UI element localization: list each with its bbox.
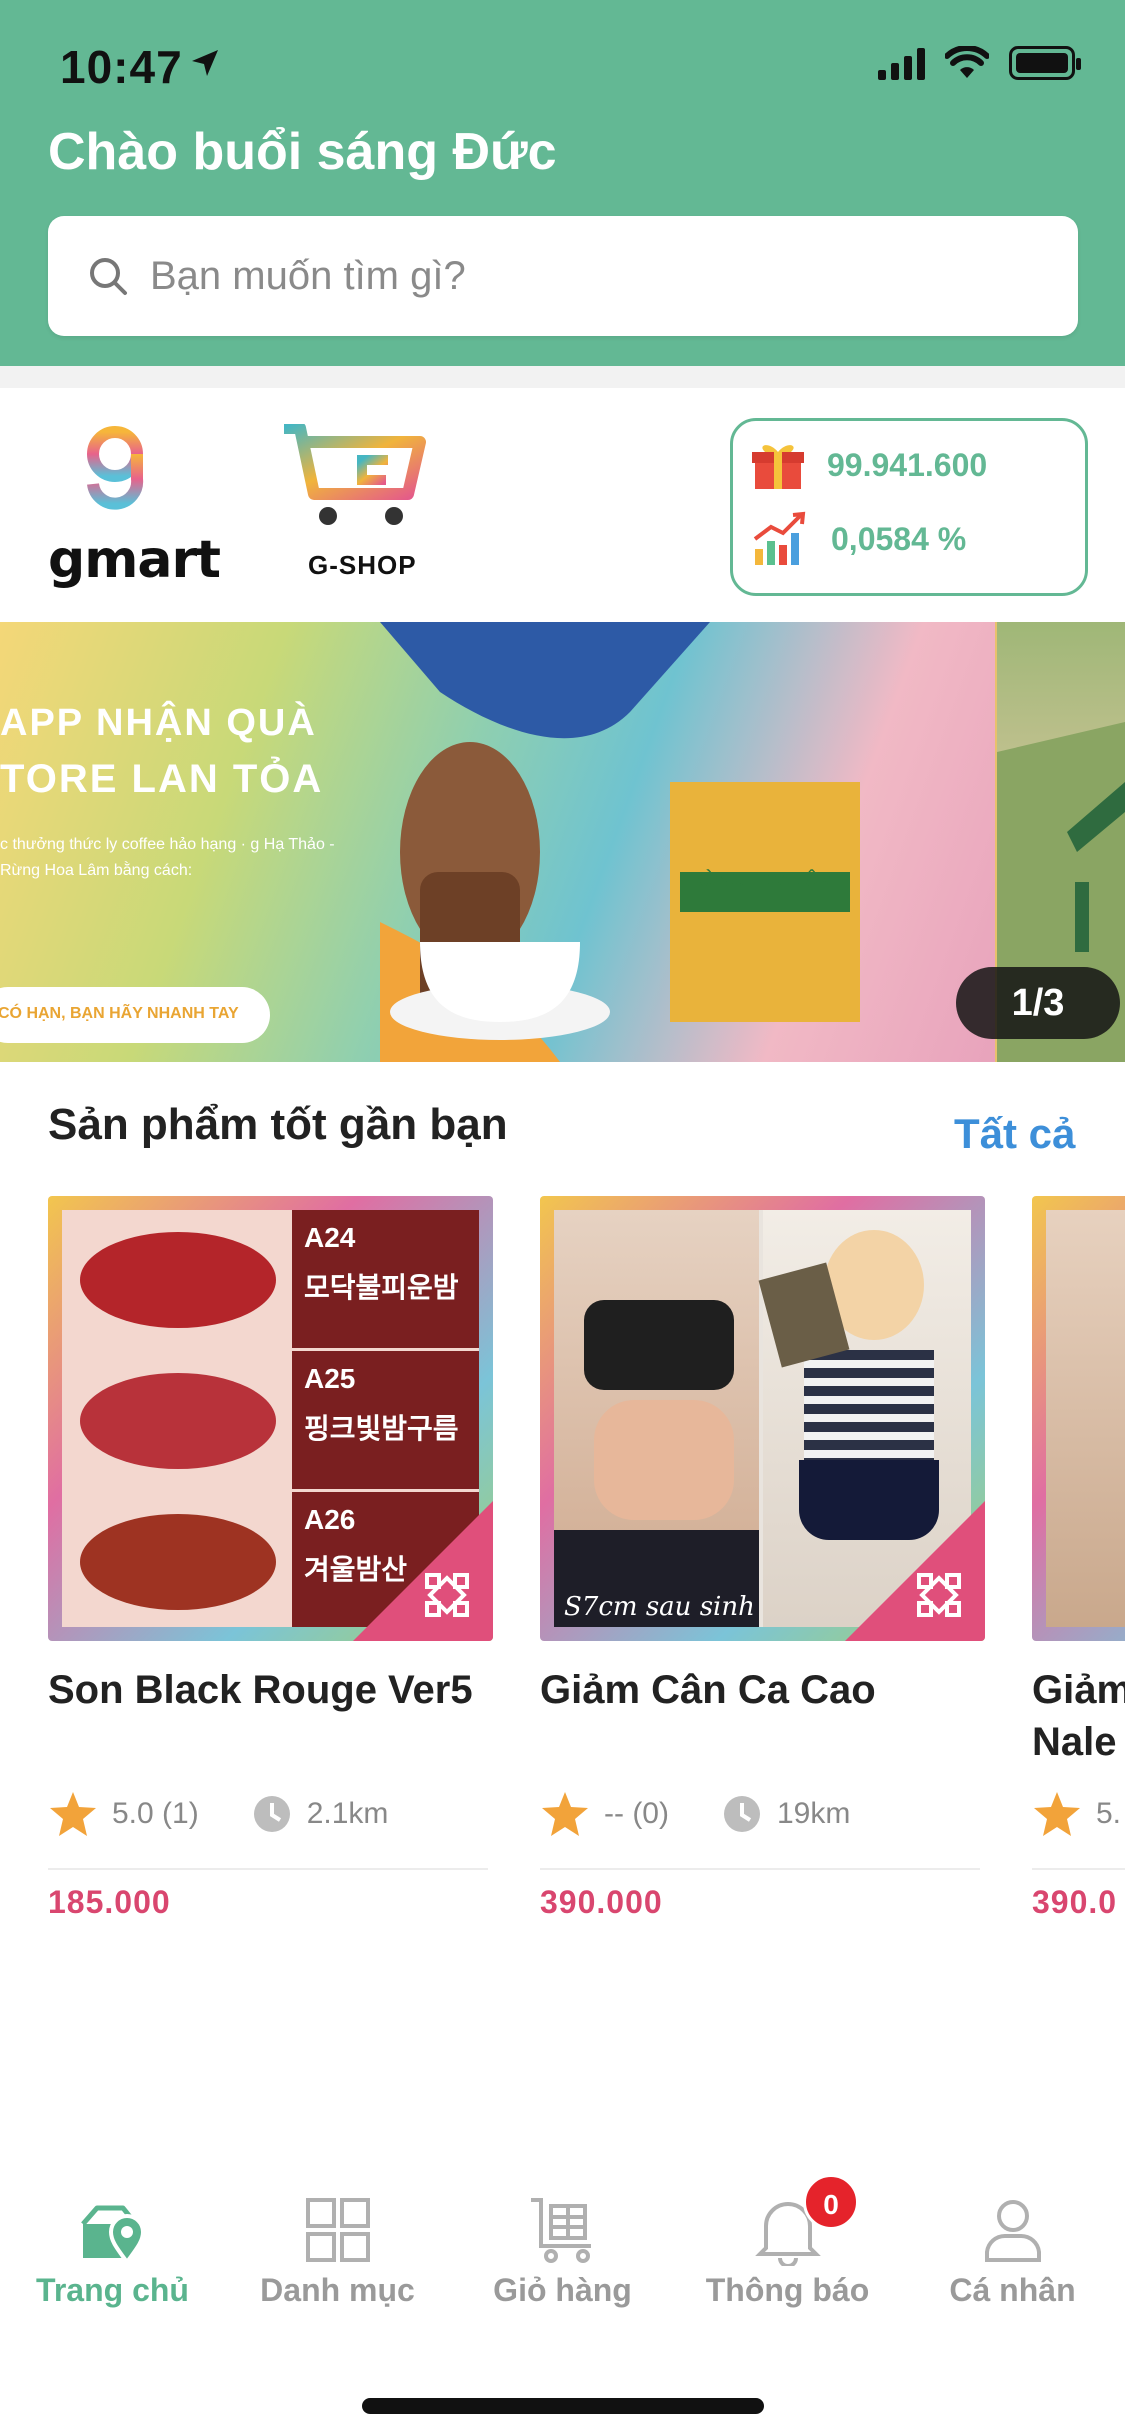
tab-label: Giỏ hàng xyxy=(493,2272,632,2308)
greeting-name: Đức xyxy=(452,123,557,181)
tab-profile[interactable]: Cá nhân xyxy=(900,2160,1125,2309)
banner-shapes xyxy=(380,622,860,1062)
location-arrow-icon xyxy=(192,50,218,76)
product-name[interactable]: Son Black Rouge Ver5 xyxy=(48,1664,493,1716)
promo-banner-carousel[interactable]: APP NHẬN QUÀ TORE LAN TỎA c thưởng thức … xyxy=(0,622,1125,1062)
tab-label: Trang chủ xyxy=(36,2272,189,2308)
bottom-tab-bar: Trang chủ Danh mục Giỏ hàng Thông báo 0 … xyxy=(0,2160,1125,2436)
home-indicator[interactable] xyxy=(362,2398,764,2414)
star-icon xyxy=(1034,1792,1080,1836)
wifi-icon xyxy=(945,46,989,78)
knot-pattern-icon xyxy=(917,1573,961,1617)
clock-icon xyxy=(723,1796,760,1832)
cellular-signal-icon xyxy=(878,46,925,80)
product-image[interactable] xyxy=(1032,1196,1125,1641)
wallet-balance-row: 99.941.600 xyxy=(751,439,987,491)
gshop-label: G-SHOP xyxy=(308,550,417,580)
knot-pattern-icon xyxy=(425,1573,469,1617)
gmart-logo[interactable]: gmart xyxy=(0,388,230,623)
gmart-g-icon xyxy=(87,426,144,510)
product-card[interactable]: Giảm Nale 5. 390.0 xyxy=(1032,1196,1125,1920)
tab-home[interactable]: Trang chủ xyxy=(0,2160,225,2309)
shade-label: 모닥불피운밤 xyxy=(304,1271,459,1304)
product-image[interactable]: S7cm sau sinh xyxy=(540,1196,985,1641)
product-meta: 5.0 (1) 2.1km xyxy=(48,1790,388,1838)
product-rating: -- (0) xyxy=(604,1797,669,1830)
product-image[interactable]: A24 모닥불피운밤 A25 핑크빛밤구름 A26 겨울밤산 xyxy=(48,1196,493,1641)
banner-headline-1: APP NHẬN QUÀ xyxy=(0,702,317,744)
carousel-pager: 1/3 xyxy=(956,967,1120,1039)
shade-code: A24 xyxy=(304,1222,356,1253)
product-meta: 5. xyxy=(1032,1790,1121,1838)
gmart-label: gmart xyxy=(48,530,221,590)
product-card[interactable]: A24 모닥불피운밤 A25 핑크빛밤구름 A26 겨울밤산 Son Black… xyxy=(48,1196,493,1920)
tab-cart[interactable]: Giỏ hàng xyxy=(450,2160,675,2309)
product-card[interactable]: S7cm sau sinh Giảm Cân Ca Cao -- (0) 19k… xyxy=(540,1196,985,1920)
banner-headline-2: TORE LAN TỎA xyxy=(0,757,324,801)
product-price: 390.0 xyxy=(1032,1884,1118,1920)
shade-code: A26 xyxy=(304,1504,356,1535)
notification-badge: 0 xyxy=(803,2174,859,2230)
header: 10:47 Chào buổi sáng Đức xyxy=(0,0,1125,366)
product-price: 185.000 xyxy=(48,1884,171,1920)
star-icon xyxy=(50,1792,96,1836)
product-distance: 2.1km xyxy=(306,1797,389,1830)
see-all-link[interactable]: Tất cả xyxy=(954,1110,1075,1158)
tab-categories[interactable]: Danh mục xyxy=(225,2160,450,2309)
greeting: Chào buổi sáng Đức xyxy=(48,122,557,182)
gshop-logo[interactable]: G-SHOP xyxy=(260,388,460,623)
cart-icon xyxy=(530,2198,591,2263)
wallet-rate: 0,0584 % xyxy=(831,520,967,557)
divider xyxy=(540,1868,980,1870)
search-icon xyxy=(90,258,127,295)
gshop-cart-icon xyxy=(284,424,426,525)
partner-row: gmart G-SHOP 99.941.600 0,0584 % xyxy=(0,388,1125,623)
product-meta: -- (0) 19km xyxy=(540,1790,850,1838)
battery-icon xyxy=(1009,46,1081,80)
banner-package-label: RỪNG HOA LÂM xyxy=(690,870,834,890)
divider xyxy=(0,366,1125,388)
tab-label: Danh mục xyxy=(260,2272,415,2308)
growth-chart-icon xyxy=(753,511,806,565)
shade-code: A25 xyxy=(304,1363,356,1394)
product-price: 390.000 xyxy=(540,1884,663,1920)
clock-icon xyxy=(253,1796,290,1832)
product-name[interactable]: Giảm Cân Ca Cao xyxy=(540,1664,985,1716)
grid-icon xyxy=(305,2198,370,2262)
wallet-card[interactable]: 99.941.600 0,0584 % xyxy=(730,418,1088,596)
section-title: Sản phẩm tốt gần bạn xyxy=(48,1100,508,1149)
wallet-rate-row: 0,0584 % xyxy=(751,511,966,567)
promo-banner-slide[interactable]: APP NHẬN QUÀ TORE LAN TỎA c thưởng thức … xyxy=(0,622,995,1062)
wallet-balance: 99.941.600 xyxy=(827,446,988,483)
gift-icon xyxy=(752,445,804,489)
product-rating: 5.0 (1) xyxy=(112,1797,199,1830)
greeting-prefix: Chào buổi sáng xyxy=(48,123,438,181)
search-input[interactable] xyxy=(150,253,1050,299)
divider xyxy=(1032,1868,1125,1870)
tab-notifications[interactable]: Thông báo 0 xyxy=(675,2160,900,2309)
banner-cta[interactable]: CÓ HẠN, BẠN HÃY NHANH TAY xyxy=(0,987,270,1043)
star-icon xyxy=(542,1792,588,1836)
person-icon xyxy=(984,2200,1041,2262)
home-pin-icon xyxy=(80,2205,145,2266)
product-distance: 19km xyxy=(776,1797,851,1830)
status-indicators xyxy=(878,46,1081,80)
search-bar[interactable] xyxy=(48,216,1078,336)
image-caption: S7cm sau sinh xyxy=(564,1592,755,1622)
product-carousel[interactable]: A24 모닥불피운밤 A25 핑크빛밤구름 A26 겨울밤산 Son Black… xyxy=(0,1196,1125,1946)
tab-label: Cá nhân xyxy=(949,2272,1076,2308)
tab-label: Thông báo xyxy=(705,2272,870,2308)
status-time: 10:47 xyxy=(60,41,183,93)
banner-description: c thưởng thức ly coffee hảo hạng · g Hạ … xyxy=(0,836,335,879)
product-name[interactable]: Giảm Nale xyxy=(1032,1664,1125,1768)
divider xyxy=(48,1868,488,1870)
shade-label: 핑크빛밤구름 xyxy=(304,1412,459,1445)
product-rating: 5. xyxy=(1096,1797,1122,1830)
